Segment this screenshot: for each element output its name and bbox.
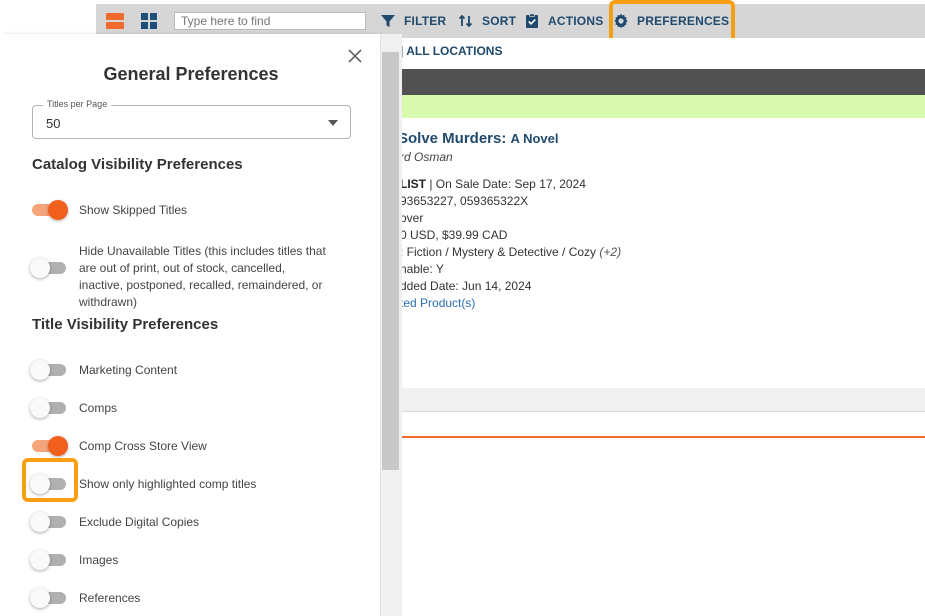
list-view-icon[interactable]	[106, 12, 124, 30]
book-price: 0 USD, $39.99 CAD	[400, 228, 508, 242]
panel-scrollbar-thumb[interactable]	[382, 52, 399, 470]
book-on-sale-line: LIST | On Sale Date: Sep 17, 2024	[400, 177, 586, 191]
filter-label: FILTER	[404, 14, 447, 28]
titles-per-page-label: Titles per Page	[43, 99, 112, 109]
pref-label: Exclude Digital Copies	[79, 515, 200, 529]
pref-label: Show only highlighted comp titles	[79, 477, 257, 491]
close-icon[interactable]	[346, 47, 364, 65]
hide-unavailable-titles-toggle[interactable]	[30, 252, 68, 278]
book-on-sale: | On Sale Date: Sep 17, 2024	[429, 177, 586, 191]
accent-divider	[380, 436, 925, 438]
preferences-panel: General Preferences Titles per Page 50 C…	[0, 34, 382, 616]
exclude-digital-copies-toggle[interactable]	[30, 509, 68, 533]
pref-label: Show Skipped Titles	[79, 203, 188, 217]
panel-title: General Preferences	[103, 64, 279, 84]
caret-down-icon	[328, 120, 338, 126]
app-stage: FILTER SORT ACTIONS PREFERENCES | ALL LO…	[0, 0, 925, 616]
top-toolbar: FILTER SORT ACTIONS PREFERENCES	[96, 4, 925, 38]
book-author: rd Osman	[400, 150, 453, 164]
section-divider	[380, 388, 925, 412]
title-visibility-heading: Title Visibility Preferences	[32, 316, 219, 333]
comps-toggle[interactable]	[30, 395, 68, 419]
filter-button[interactable]: FILTER	[380, 11, 446, 31]
book-subject-more[interactable]: (+2)	[599, 245, 621, 259]
book-title[interactable]: Solve Murders: A Novel	[398, 130, 558, 147]
titles-per-page-select[interactable]: Titles per Page 50	[32, 99, 351, 139]
header-bar	[380, 69, 925, 95]
book-title-main: Solve Murders:	[398, 130, 507, 147]
references-toggle[interactable]	[30, 585, 68, 609]
pref-label: Comps	[79, 401, 118, 415]
actions-button[interactable]: ACTIONS	[524, 11, 603, 31]
images-toggle[interactable]	[30, 547, 68, 571]
book-format: over	[400, 211, 424, 225]
book-list-label: LIST	[400, 177, 426, 191]
marketing-content-toggle[interactable]	[30, 357, 68, 381]
sort-icon	[458, 14, 473, 28]
filter-icon	[381, 15, 395, 27]
pref-label: Marketing Content	[79, 363, 178, 377]
book-returnable: nable: Y	[400, 262, 444, 276]
status-bar	[380, 95, 925, 118]
comp-cross-store-highlight-box	[22, 458, 78, 502]
pref-label: Comp Cross Store View	[79, 439, 207, 453]
sort-label: SORT	[482, 14, 517, 28]
show-skipped-titles-toggle[interactable]	[30, 197, 68, 221]
book-added-date: dded Date: Jun 14, 2024	[400, 279, 532, 293]
actions-label: ACTIONS	[548, 14, 604, 28]
book-isbns: 93653227, 059365322X	[400, 194, 529, 208]
book-subject-line: : Fiction / Mystery & Detective / Cozy (…	[400, 245, 621, 259]
pref-label: Hide Unavailable Titles (this includes t…	[79, 244, 326, 309]
book-subtitle: A Novel	[510, 131, 559, 146]
grid-view-icon[interactable]	[140, 12, 158, 30]
related-products-link[interactable]: ted Product(s)	[400, 296, 475, 310]
search-input[interactable]	[174, 12, 366, 30]
pref-label: Images	[79, 553, 119, 567]
sort-button[interactable]: SORT	[458, 11, 516, 31]
pref-label: References	[79, 591, 141, 605]
book-subject: : Fiction / Mystery & Detective / Cozy	[400, 245, 597, 259]
clipboard-check-icon	[526, 13, 538, 28]
catalog-visibility-heading: Catalog Visibility Preferences	[32, 156, 243, 173]
titles-per-page-value: 50	[46, 116, 61, 131]
catalog-content: | ALL LOCATIONS Solve Murders: A Novel r…	[380, 38, 925, 616]
comp-cross-store-view-toggle[interactable]	[30, 433, 68, 457]
